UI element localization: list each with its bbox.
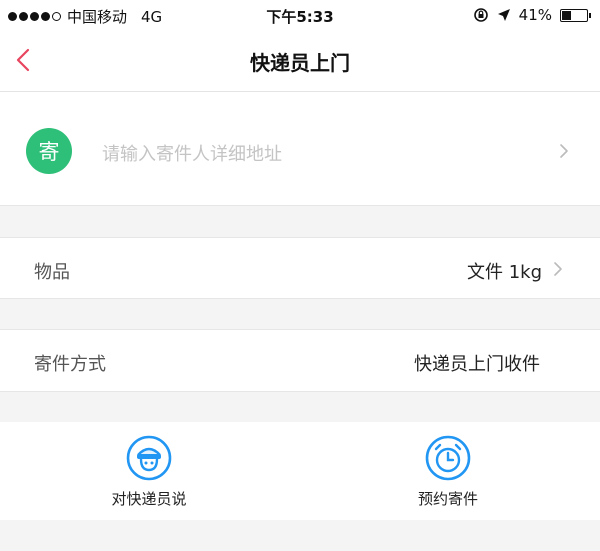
shipping-method-value: 快递员上门收件 — [414, 354, 540, 375]
sender-badge: 寄 — [26, 128, 72, 174]
chevron-right-icon — [560, 144, 568, 158]
sender-address-placeholder: 请输入寄件人详细地址 — [102, 144, 282, 165]
battery-percent: 41% — [518, 6, 552, 24]
shipping-method-label: 寄件方式 — [34, 354, 106, 375]
message-courier-label: 对快递员说 — [111, 490, 187, 508]
status-bar: 中国移动 4G 下午5:33 41% — [0, 0, 600, 30]
schedule-pickup-label: 预约寄件 — [417, 490, 478, 508]
message-courier-button[interactable]: 对快递员说 — [69, 434, 229, 514]
navigation-bar: 快递员上门 — [0, 30, 600, 92]
battery-icon — [560, 8, 591, 22]
courier-chat-icon — [126, 435, 172, 481]
page-title: 快递员上门 — [250, 51, 350, 75]
lock-rotation-icon — [473, 8, 488, 22]
status-right: 41% — [473, 6, 591, 24]
schedule-pickup-button[interactable]: 预约寄件 — [368, 434, 528, 514]
chevron-right-icon — [554, 262, 562, 276]
location-arrow-icon — [497, 9, 510, 21]
sender-address-row[interactable] — [0, 92, 600, 206]
item-label: 物品 — [34, 262, 70, 283]
item-value: 文件 1kg — [466, 262, 542, 283]
alarm-clock-icon — [425, 435, 471, 481]
